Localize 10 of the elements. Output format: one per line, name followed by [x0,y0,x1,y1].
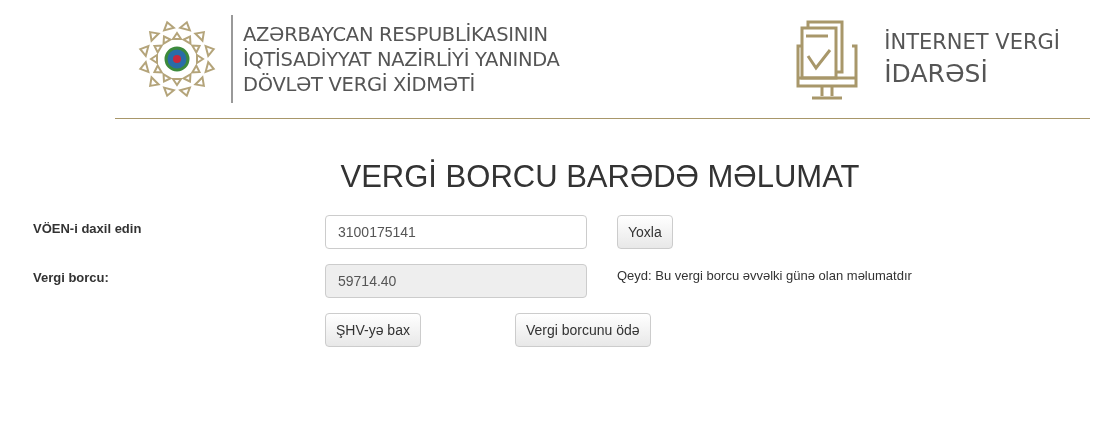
action-button[interactable]: ŞHV-yə bax [325,313,421,347]
action-button[interactable]: Vergi borcunu ödə [514,313,651,347]
page-title: VERGİ BORCU BARƏDƏ MƏLUMAT [339,159,861,195]
organization-name: AZƏRBAYCAN RESPUBLİKASININ İQTİSADİYYAT NAZİRLİYİ YANINDA DÖVLƏT VERGİ XİDMƏTİ [243,21,560,97]
check-button[interactable]: Yoxla [617,215,673,249]
service-name: İNTERNET VERGİ İDARƏSİ [884,28,1060,90]
field-label: Vergi borcu: [33,269,110,285]
note-text: Qeyd: Bu vergi borcu əvvəlki günə olan məlumatdır [617,267,912,283]
input-field[interactable]: 3100175141 [325,215,587,249]
field-label: VÖEN-i daxil edin [33,220,143,236]
